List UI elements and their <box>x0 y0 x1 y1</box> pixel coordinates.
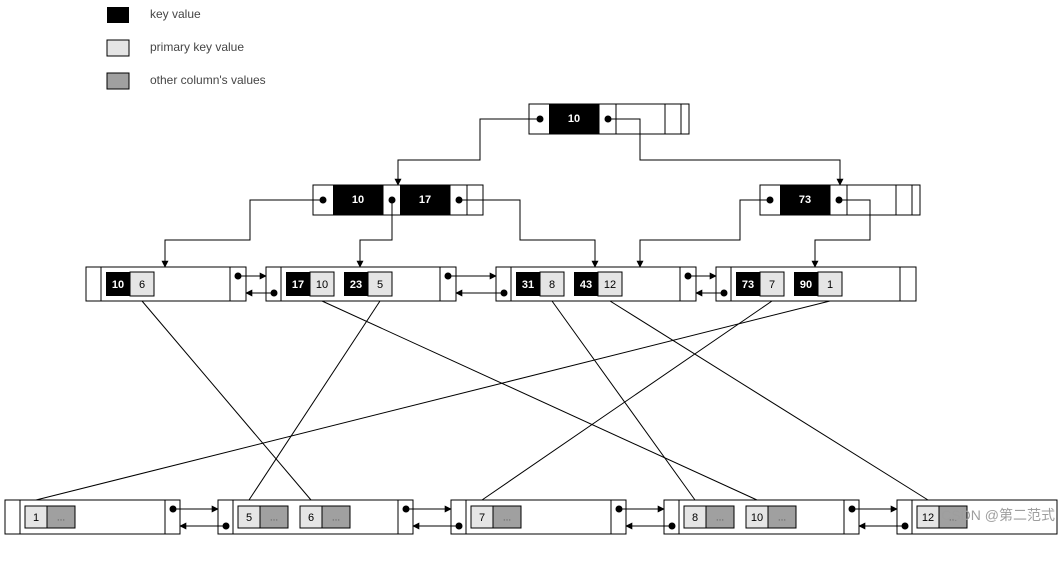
p3-k0: 8 <box>692 512 698 524</box>
legend-keyvalue: key value <box>150 7 201 21</box>
legend: key value primary key value other column… <box>107 7 266 89</box>
s1-k1: 23 <box>350 279 362 291</box>
primary-leaf-0: 1 ... <box>5 500 180 534</box>
primary-leaf-3: 8 ... 10 ... <box>664 500 859 534</box>
s2-k1: 43 <box>580 279 592 291</box>
p2-k0: 7 <box>479 512 485 524</box>
p3-k1: 10 <box>751 512 763 524</box>
p1-o0: ... <box>270 513 278 524</box>
legend-primarykey: primary key value <box>150 40 244 54</box>
p1-k0: 5 <box>246 512 252 524</box>
secondary-leaf-2: 31 8 43 12 <box>496 267 696 301</box>
secondary-leaf-3: 73 7 90 1 <box>716 267 916 301</box>
p4-k0: 12 <box>922 512 934 524</box>
p1-k1: 6 <box>308 512 314 524</box>
p3-o1: ... <box>778 513 786 524</box>
s1-p0: 10 <box>316 279 328 291</box>
p1-o1: ... <box>332 513 340 524</box>
legend-othercol: other column's values <box>150 73 266 87</box>
primary-leaf-2: 7 ... <box>451 500 626 534</box>
s0-p0: 6 <box>139 279 145 291</box>
internal-left: 10 17 <box>313 185 483 215</box>
p3-o0: ... <box>716 513 724 524</box>
s3-p0: 7 <box>769 279 775 291</box>
watermark-text: CSDN @第二范式 <box>941 507 1055 523</box>
s1-k0: 17 <box>292 279 304 291</box>
secondary-leaf-1: 17 10 23 5 <box>266 267 456 301</box>
s2-p0: 8 <box>549 279 555 291</box>
internal-l-key-0: 10 <box>352 194 364 206</box>
s0-k0: 10 <box>112 279 124 291</box>
s2-p1: 12 <box>604 279 616 291</box>
p0-k0: 1 <box>33 512 39 524</box>
p2-o0: ... <box>503 513 511 524</box>
s3-k0: 73 <box>742 279 754 291</box>
s2-k0: 31 <box>522 279 534 291</box>
internal-r-key-0: 73 <box>799 194 811 206</box>
s3-p1: 1 <box>827 279 833 291</box>
secondary-leaf-0: 10 6 <box>86 267 246 301</box>
s1-p1: 5 <box>377 279 383 291</box>
s3-k1: 90 <box>800 279 812 291</box>
p0-o0: ... <box>57 513 65 524</box>
internal-l-key-1: 17 <box>419 194 431 206</box>
primary-leaf-1: 5 ... 6 ... <box>218 500 413 534</box>
root-key-0: 10 <box>568 113 580 125</box>
